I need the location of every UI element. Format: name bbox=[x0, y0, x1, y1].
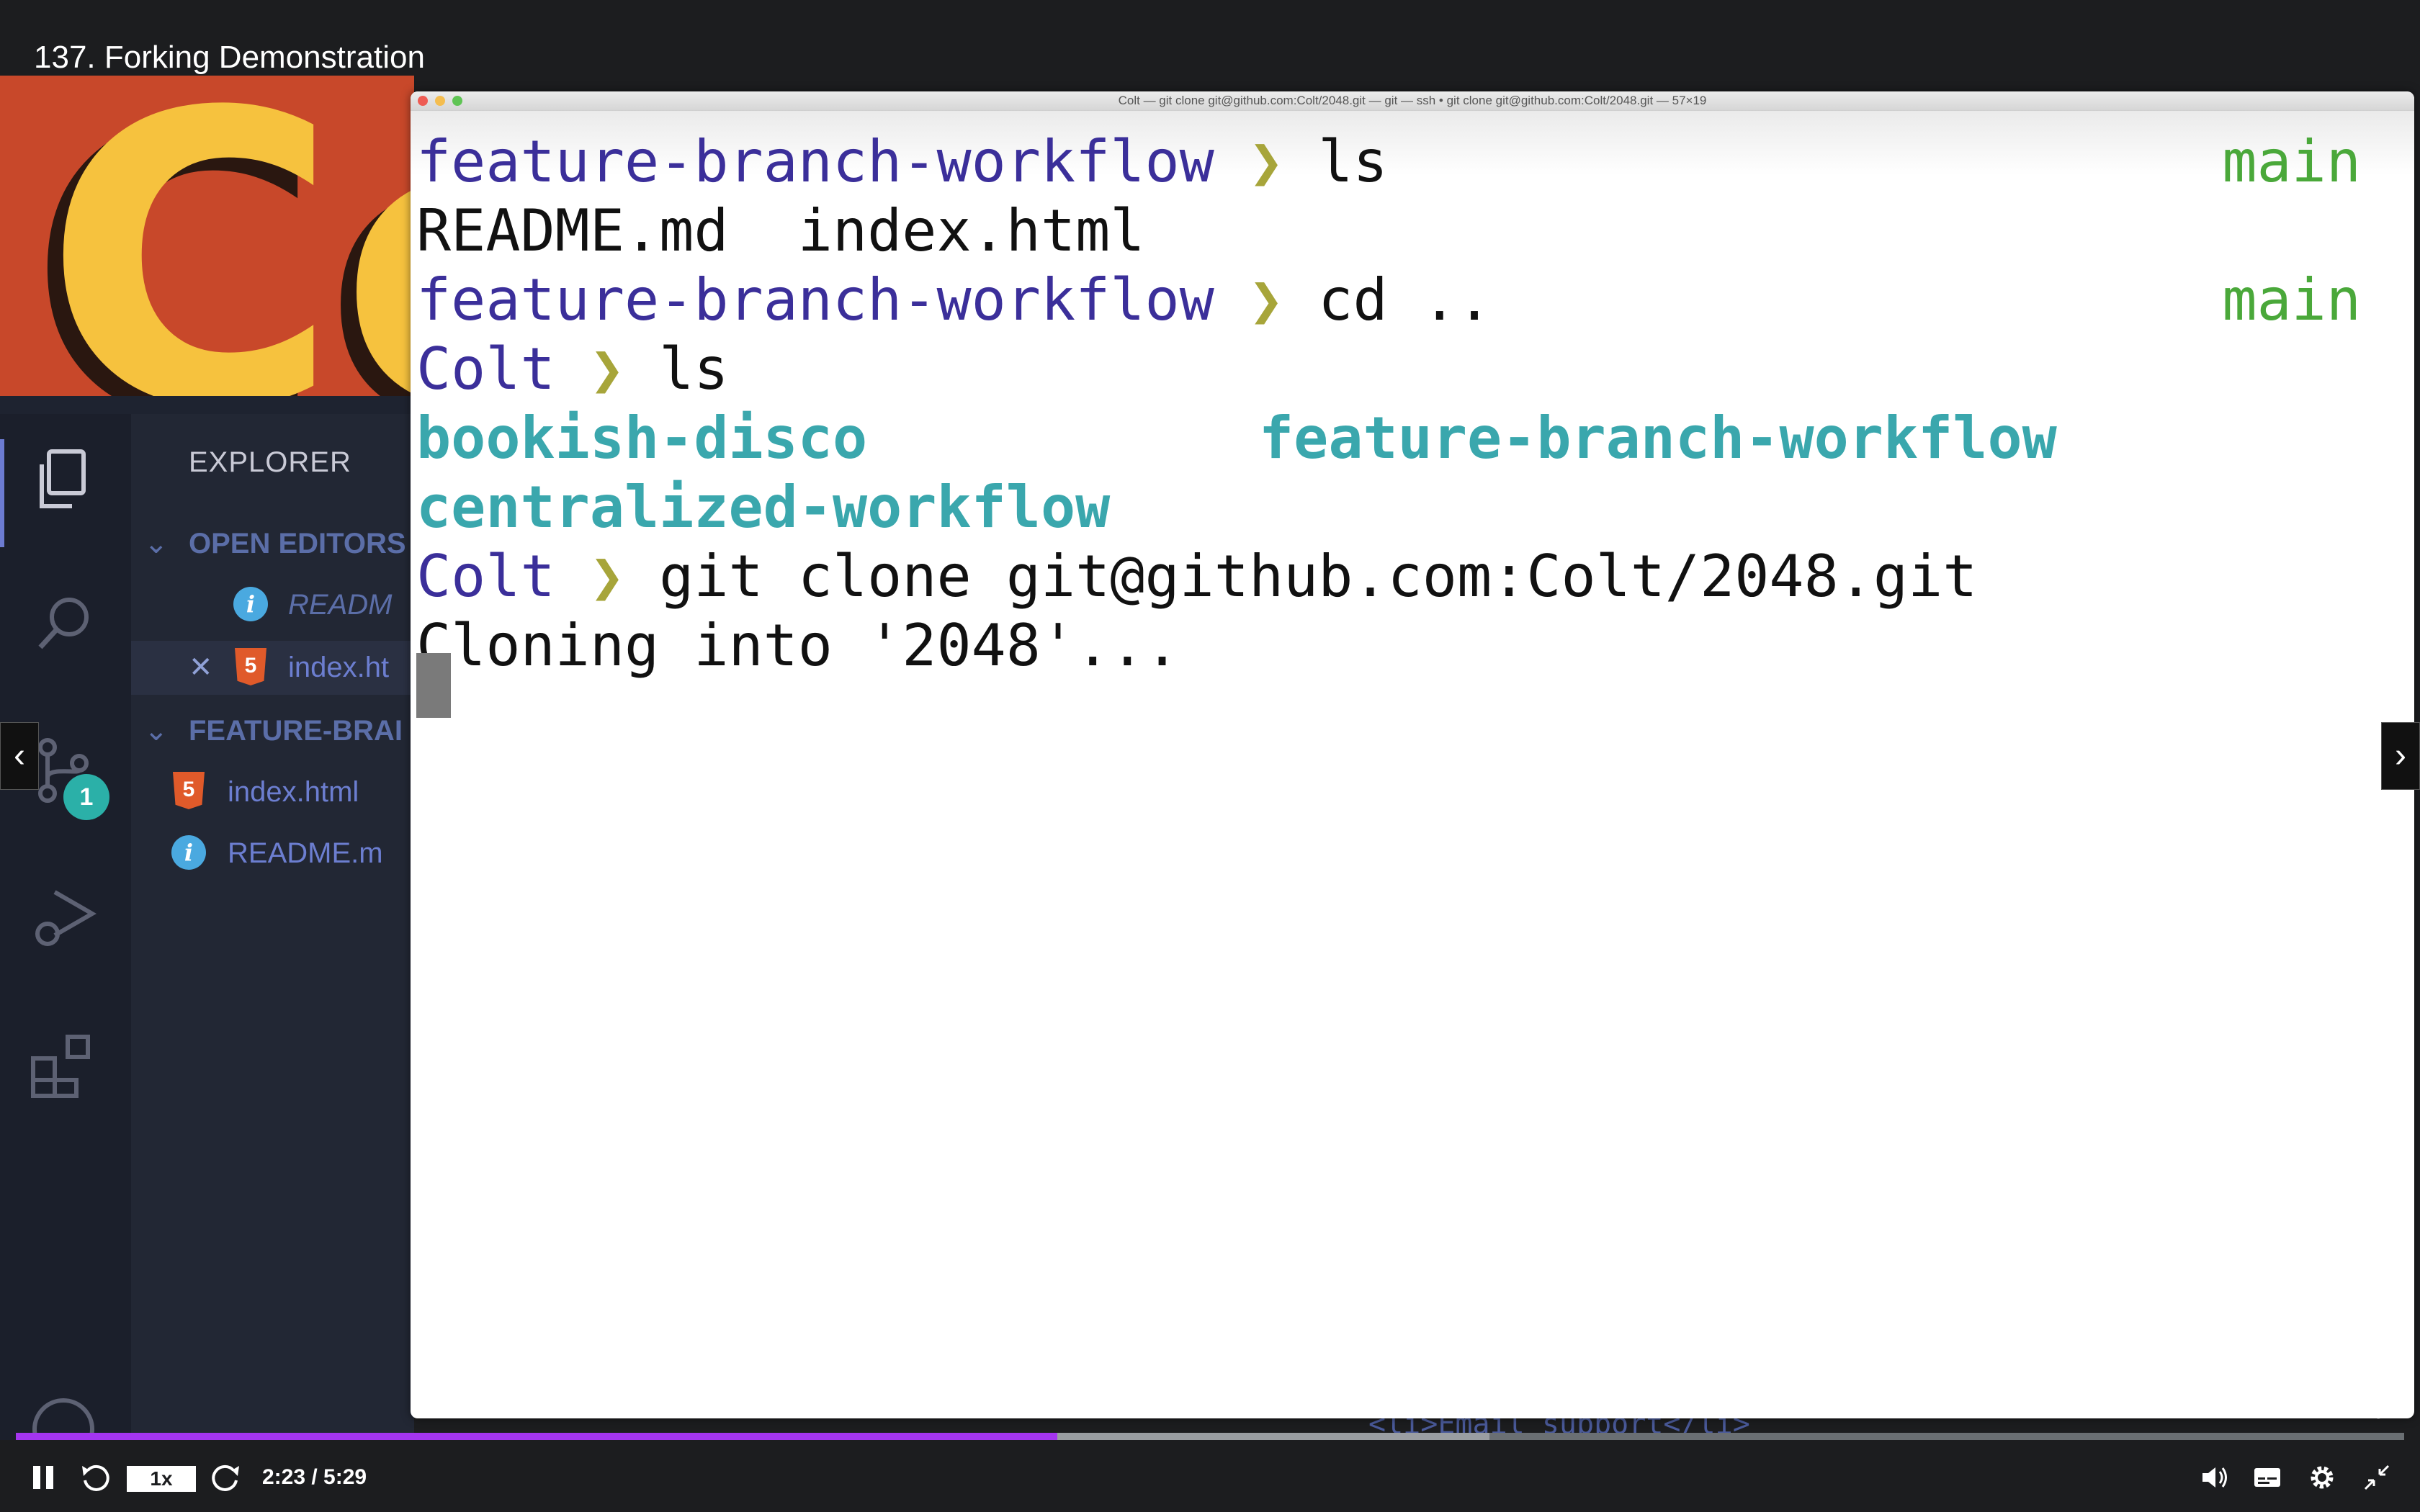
git-branch: main bbox=[2222, 266, 2361, 333]
terminal-titlebar[interactable]: Colt — git clone git@github.com:Colt/204… bbox=[411, 91, 2414, 111]
prompt-directory: Colt bbox=[416, 543, 555, 610]
command-text: git clone git@github.com:Colt/2048.git bbox=[659, 543, 1978, 610]
git-branch: main bbox=[2222, 128, 2361, 195]
captions-icon[interactable] bbox=[2251, 1462, 2283, 1493]
extensions-icon[interactable] bbox=[27, 1030, 99, 1102]
info-icon: i bbox=[171, 835, 206, 870]
terminal-output: centralized-workflow bbox=[416, 473, 1110, 542]
directory-entry: bookish-disco bbox=[416, 405, 868, 472]
run-debug-icon[interactable] bbox=[27, 882, 99, 954]
directory-entry: centralized-workflow bbox=[416, 474, 1111, 541]
terminal-line: feature-branch-workflow ❯ cd .. main bbox=[416, 266, 2390, 335]
chevron-down-icon[interactable]: ⌄ bbox=[144, 526, 169, 562]
info-icon: i bbox=[233, 587, 268, 621]
terminal-output: Cloning into '2048'... bbox=[416, 612, 1180, 679]
volume-icon[interactable] bbox=[2198, 1462, 2230, 1493]
active-indicator bbox=[0, 439, 4, 547]
source-control-badge: 1 bbox=[63, 774, 109, 820]
pause-button[interactable] bbox=[29, 1462, 58, 1493]
explorer-sidebar bbox=[131, 414, 414, 1440]
file-readme[interactable]: README.m bbox=[228, 835, 383, 871]
terminal-cursor bbox=[416, 653, 451, 718]
settings-gear-icon[interactable] bbox=[2306, 1462, 2338, 1493]
progress-played[interactable] bbox=[16, 1433, 1057, 1440]
prompt-directory: feature-branch-workflow bbox=[416, 128, 1214, 195]
terminal-line: feature-branch-workflow ❯ ls main bbox=[416, 127, 2390, 197]
timecode: 2:23 / 5:29 bbox=[262, 1465, 367, 1489]
intro-artwork: Co bbox=[0, 76, 414, 396]
terminal-window[interactable]: Colt — git clone git@github.com:Colt/204… bbox=[411, 91, 2414, 1418]
prompt-arrow: ❯ bbox=[589, 336, 624, 402]
command-text: ls bbox=[1318, 128, 1388, 195]
progress-buffered bbox=[1057, 1433, 1489, 1440]
next-lecture-button[interactable]: › bbox=[2381, 722, 2420, 790]
command-text: cd .. bbox=[1318, 266, 1492, 333]
html5-icon: 5 bbox=[235, 648, 266, 685]
open-editors-header[interactable]: OPEN EDITORS bbox=[189, 526, 406, 562]
directory-entry: feature-branch-workflow bbox=[1259, 405, 2057, 472]
terminal-title: Colt — git clone git@github.com:Colt/204… bbox=[1118, 94, 1707, 107]
lecture-title: 137. Forking Demonstration bbox=[34, 40, 425, 75]
chevron-down-icon[interactable]: ⌄ bbox=[144, 713, 169, 749]
terminal-output: README.md index.html bbox=[416, 197, 1145, 264]
explorer-title: EXPLORER bbox=[189, 446, 351, 478]
udemy-watermark: ûdemy bbox=[2321, 1393, 2390, 1419]
rewind-icon[interactable] bbox=[78, 1460, 112, 1495]
search-icon[interactable] bbox=[27, 587, 99, 659]
folder-section-header[interactable]: FEATURE-BRAI bbox=[189, 713, 403, 749]
html5-icon: 5 bbox=[173, 772, 205, 809]
prompt-arrow: ❯ bbox=[589, 543, 624, 610]
prompt-arrow: ❯ bbox=[1248, 128, 1284, 195]
prompt-directory: feature-branch-workflow bbox=[416, 266, 1214, 333]
terminal-line: Colt ❯ ls bbox=[416, 335, 729, 404]
terminal-line: Colt ❯ git clone git@github.com:Colt/204… bbox=[416, 542, 1977, 611]
file-index-html[interactable]: index.html bbox=[228, 774, 359, 810]
forward-icon[interactable] bbox=[209, 1460, 243, 1495]
intro-artwork-text: Co bbox=[43, 76, 414, 396]
playback-speed-button[interactable]: 1x bbox=[127, 1466, 196, 1492]
open-editor-index[interactable]: index.ht bbox=[288, 649, 389, 685]
terminal-output: bookish-disco feature-branch-workflow bbox=[416, 404, 2057, 473]
open-editor-readme[interactable]: READM bbox=[288, 587, 392, 623]
prompt-directory: Colt bbox=[416, 336, 555, 402]
close-icon[interactable]: ✕ bbox=[189, 649, 213, 685]
explorer-files-icon[interactable] bbox=[27, 443, 99, 515]
previous-lecture-button[interactable]: ‹ bbox=[0, 722, 39, 790]
prompt-arrow: ❯ bbox=[1248, 266, 1284, 333]
exit-fullscreen-icon[interactable] bbox=[2361, 1462, 2393, 1493]
command-text: ls bbox=[659, 336, 729, 402]
